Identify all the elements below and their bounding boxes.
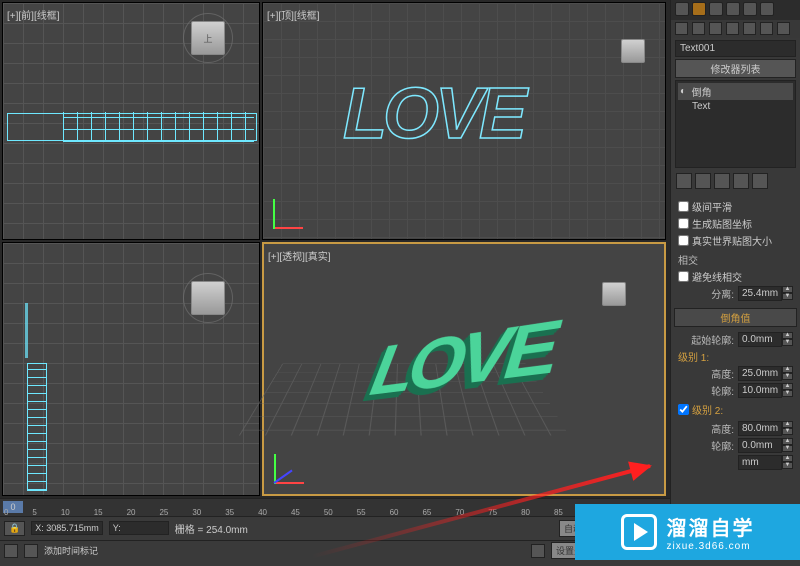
avoid-line-intersect-checkbox[interactable]: 避免线相交: [678, 269, 793, 284]
viewport-front[interactable]: [+][前][线框] 上: [2, 2, 260, 240]
modifier-stack[interactable]: ◐ 倒角 Text: [675, 80, 796, 168]
timeline-bar: 0 05101520253035404550556065707580859095…: [0, 498, 670, 540]
remove-modifier-icon[interactable]: [733, 173, 749, 189]
grid-readout: 栅格 = 254.0mm: [175, 521, 248, 536]
display-tab[interactable]: [743, 2, 757, 16]
separation-spinner[interactable]: 25.4mm ▲▼: [738, 286, 793, 301]
script-icon[interactable]: [4, 544, 18, 558]
love-text-wireframe[interactable]: LOVE: [343, 73, 523, 155]
object-wireframe[interactable]: [25, 303, 28, 358]
viewport-label[interactable]: [+][前][线框]: [7, 7, 60, 22]
pin-stack-icon[interactable]: [676, 173, 692, 189]
coord-y[interactable]: Y:: [109, 521, 169, 535]
modifier-stack-toolbar: [671, 170, 800, 192]
object-wireframe[interactable]: [7, 113, 257, 141]
modify-tab[interactable]: [692, 2, 706, 16]
hierarchy-tab[interactable]: [709, 2, 723, 16]
icon[interactable]: [760, 22, 773, 35]
smooth-between-levels-checkbox[interactable]: 级间平滑: [678, 199, 793, 214]
level2-checkbox[interactable]: 级别 2:: [678, 400, 793, 419]
modifier-text[interactable]: Text: [678, 100, 793, 113]
intersect-heading: 相交: [678, 252, 793, 267]
icon[interactable]: [675, 22, 688, 35]
add-time-tag-button[interactable]: 添加时间标记: [44, 544, 98, 557]
modifier-bevel[interactable]: ◐ 倒角: [678, 83, 793, 100]
configure-sets-icon[interactable]: [752, 173, 768, 189]
rollout-header[interactable]: 倒角值: [674, 308, 797, 327]
watermark: 溜溜自学 zixue.3d66.com: [575, 504, 800, 560]
lock-icon[interactable]: 🔒: [4, 521, 25, 536]
spinner-down-icon[interactable]: ▼: [782, 293, 793, 300]
start-outline-spinner[interactable]: 0.0mm▲▼: [738, 332, 793, 347]
l2-height-spinner[interactable]: 80.0mm▲▼: [738, 421, 793, 436]
l1-height-label: 高度:: [678, 366, 734, 381]
level1-label: 级别 1:: [678, 349, 793, 364]
icon[interactable]: [692, 22, 705, 35]
timeline-ticks: 0510152025303540455055606570758085909510…: [0, 508, 670, 516]
make-unique-icon[interactable]: [714, 173, 730, 189]
viewport-top[interactable]: [+][顶][线框] LOVE: [262, 2, 666, 240]
coord-x[interactable]: X: 3085.715mm: [31, 521, 103, 535]
viewcube[interactable]: [594, 274, 634, 314]
modifier-list-dropdown[interactable]: 修改器列表: [675, 59, 796, 78]
object-wireframe[interactable]: [27, 363, 47, 491]
command-panel: Text001 修改器列表 ◐ 倒角 Text 级间平滑 生成贴图坐标 真实世界…: [670, 0, 800, 560]
key-icon[interactable]: [531, 544, 545, 558]
panel-tabs: [671, 0, 800, 20]
l1-outline-spinner[interactable]: 10.0mm▲▼: [738, 383, 793, 398]
axis-gizmo: [274, 444, 314, 484]
watermark-url: zixue.3d66.com: [667, 541, 755, 552]
l2-height-label: 高度:: [678, 421, 734, 436]
start-outline-label: 起始轮廓:: [678, 332, 734, 347]
generate-mapping-checkbox[interactable]: 生成贴图坐标: [678, 216, 793, 231]
utilities-tab[interactable]: [760, 2, 774, 16]
icon[interactable]: [743, 22, 756, 35]
timeline[interactable]: 0 05101520253035404550556065707580859095…: [0, 499, 670, 517]
motion-tab[interactable]: [726, 2, 740, 16]
icon[interactable]: [709, 22, 722, 35]
l1-outline-label: 轮廓:: [678, 383, 734, 398]
l2-outline-spinner[interactable]: 0.0mm▲▼: [738, 438, 793, 453]
watermark-title: 溜溜自学: [667, 512, 755, 541]
icon[interactable]: [726, 22, 739, 35]
l2-outline-label: 轮廓:: [678, 438, 734, 453]
viewcube[interactable]: [613, 31, 653, 71]
viewport-label[interactable]: [+][透视][真实]: [268, 248, 331, 263]
viewport-perspective[interactable]: [+][透视][真实] LOVE: [262, 242, 666, 496]
viewport-left[interactable]: [2, 242, 260, 496]
viewport-label[interactable]: [+][顶][线框]: [267, 7, 320, 22]
play-icon: [621, 514, 657, 550]
panel-category-icons: [671, 20, 800, 38]
real-world-map-checkbox[interactable]: 真实世界贴图大小: [678, 233, 793, 248]
show-result-icon[interactable]: [695, 173, 711, 189]
extra-spinner[interactable]: mm▲▼: [738, 455, 793, 470]
l1-height-spinner[interactable]: 25.0mm▲▼: [738, 366, 793, 381]
axis-gizmo: [273, 189, 313, 229]
viewcube[interactable]: [183, 273, 233, 323]
lock-icon[interactable]: [24, 544, 38, 558]
object-name-field[interactable]: Text001: [675, 40, 796, 57]
spinner-up-icon[interactable]: ▲: [782, 286, 793, 293]
viewcube[interactable]: 上: [183, 13, 233, 63]
icon[interactable]: [777, 22, 790, 35]
separation-label: 分离:: [678, 286, 734, 301]
rollout-surface: 级间平滑 生成贴图坐标 真实世界贴图大小 相交 避免线相交 分离: 25.4mm…: [674, 194, 797, 306]
create-tab[interactable]: [675, 2, 689, 16]
rollout-bevel-values: 倒角值 起始轮廓: 0.0mm▲▼ 级别 1: 高度: 25.0mm▲▼ 轮廓:…: [674, 308, 797, 475]
